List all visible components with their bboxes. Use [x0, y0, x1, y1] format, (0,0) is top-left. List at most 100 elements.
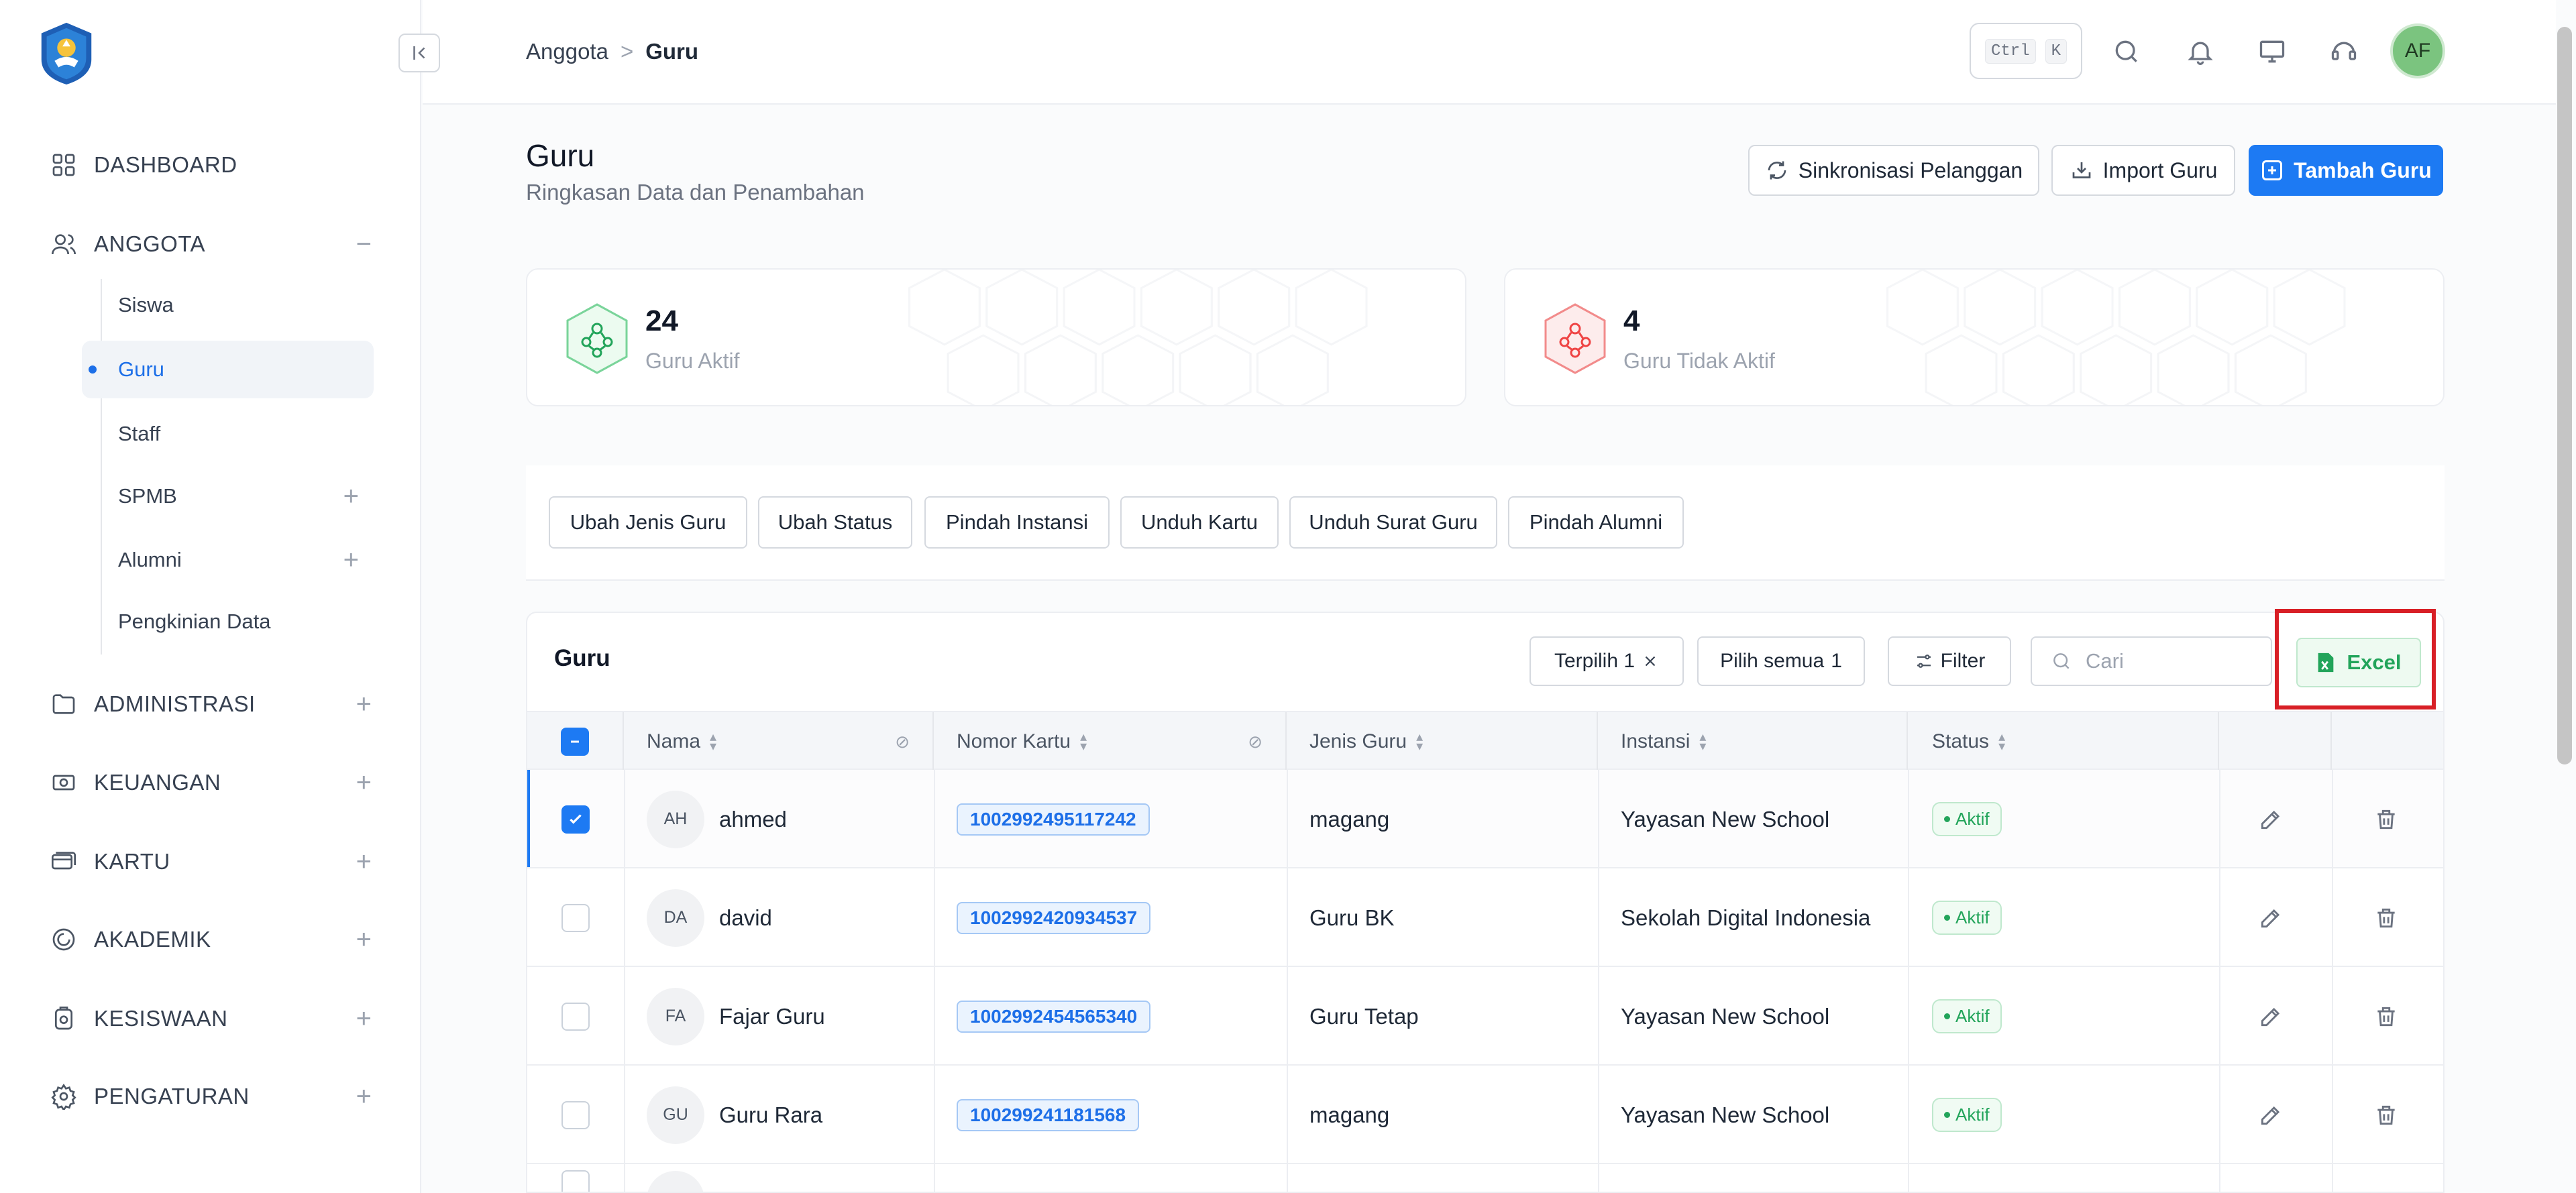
edit-icon[interactable]: [2258, 770, 2284, 868]
avatar: AH: [647, 790, 704, 848]
column-jenis-guru[interactable]: Jenis Guru ▴ ▾: [1287, 712, 1598, 771]
active-teachers-label: Guru Aktif: [645, 349, 740, 373]
move-institution-button[interactable]: Pindah Instansi: [924, 496, 1110, 549]
filter-button[interactable]: Filter: [1888, 636, 2011, 686]
column-divider: [624, 770, 625, 1192]
table-row[interactable]: AH ahmed 1002992495117242 magang Yayasan …: [527, 770, 2443, 868]
sidebar-item-dashboard[interactable]: DASHBOARD: [50, 145, 372, 185]
sidebar-subitem-pengkinian-data[interactable]: Pengkinian Data: [82, 593, 374, 650]
avatar: [647, 1171, 704, 1192]
sort-icon[interactable]: ▴ ▾: [1998, 730, 2005, 753]
expand-toggle[interactable]: +: [343, 481, 359, 512]
page-scrollbar[interactable]: [2557, 27, 2572, 764]
column-nomor-kartu[interactable]: Nomor Kartu ▴ ▾ ⊘: [934, 712, 1287, 771]
sort-icon[interactable]: ▴ ▾: [1080, 730, 1087, 753]
teacher-name: david: [719, 905, 772, 930]
expand-toggle[interactable]: +: [356, 768, 372, 798]
status-dot: [1944, 1013, 1950, 1019]
expand-toggle[interactable]: +: [356, 1004, 372, 1034]
sidebar-subitem-siswa[interactable]: Siswa: [82, 276, 374, 334]
add-guru-button[interactable]: Tambah Guru: [2249, 145, 2443, 196]
column-nama[interactable]: Nama ▴ ▾ ⊘: [624, 712, 934, 771]
row-checkbox[interactable]: [561, 903, 590, 932]
sidebar-item-kartu[interactable]: KARTU +: [50, 842, 372, 882]
expand-toggle[interactable]: +: [343, 545, 359, 575]
bell-icon[interactable]: [2181, 32, 2220, 71]
column-instansi[interactable]: Instansi ▴ ▾: [1598, 712, 1908, 771]
sidebar-subitem-alumni[interactable]: Alumni +: [82, 531, 374, 589]
trash-icon[interactable]: [2373, 770, 2399, 868]
card-number-badge[interactable]: 1002992420934537: [957, 901, 1151, 934]
trash-icon[interactable]: [2373, 868, 2399, 967]
unpin-icon[interactable]: ⊘: [1248, 732, 1263, 752]
row-checkbox[interactable]: [561, 1002, 590, 1031]
select-all-checkbox[interactable]: [561, 728, 589, 756]
table-row[interactable]: GU Guru Rara 100299241181568 magang Yayas…: [527, 1066, 2443, 1164]
card-number-badge[interactable]: 1002992495117242: [957, 803, 1150, 836]
select-all-chip[interactable]: Pilih semua 1: [1697, 636, 1865, 686]
close-icon[interactable]: [1642, 652, 1659, 670]
collapse-sidebar-button[interactable]: [398, 34, 440, 72]
card-number-badge[interactable]: 1002992454565340: [957, 1000, 1151, 1033]
sync-customers-button[interactable]: Sinkronisasi Pelanggan: [1748, 145, 2039, 196]
sort-icon[interactable]: ▴ ▾: [710, 730, 716, 753]
search-icon[interactable]: [2107, 32, 2146, 71]
settings-icon: [50, 1082, 78, 1111]
hexagon-pattern: [908, 270, 1368, 405]
edit-icon[interactable]: [2258, 868, 2284, 967]
avatar[interactable]: AF: [2390, 23, 2445, 78]
expand-toggle[interactable]: +: [356, 1082, 372, 1112]
sidebar-subitem-guru[interactable]: Guru: [82, 341, 374, 398]
monitor-icon[interactable]: [2253, 32, 2292, 71]
plus-square-icon: [2262, 160, 2283, 180]
import-guru-button[interactable]: Import Guru: [2051, 145, 2235, 196]
table-row[interactable]: [527, 1164, 2443, 1192]
card-number-badge[interactable]: 100299241181568: [957, 1098, 1140, 1131]
move-alumni-button[interactable]: Pindah Alumni: [1508, 496, 1684, 549]
breadcrumb-parent[interactable]: Anggota: [526, 39, 608, 64]
sidebar-item-pengaturan[interactable]: PENGATURAN +: [50, 1076, 372, 1117]
sidebar-item-anggota[interactable]: ANGGOTA −: [50, 224, 372, 264]
download-card-button[interactable]: Unduh Kartu: [1120, 496, 1279, 549]
sidebar-item-akademik[interactable]: AKADEMIK +: [50, 919, 372, 960]
search-icon: [2053, 653, 2070, 669]
row-checkbox[interactable]: [561, 1170, 590, 1192]
download-teacher-letter-button[interactable]: Unduh Surat Guru: [1289, 496, 1497, 549]
row-checkbox[interactable]: [561, 1100, 590, 1129]
status-dot: [1944, 1112, 1950, 1118]
command-palette-shortcut[interactable]: Ctrl K: [1970, 23, 2082, 79]
change-teacher-type-button[interactable]: Ubah Jenis Guru: [549, 496, 747, 549]
add-label: Tambah Guru: [2294, 158, 2432, 182]
sidebar-item-administrasi[interactable]: ADMINISTRASI +: [50, 684, 372, 724]
sidebar-item-keuangan[interactable]: KEUANGAN +: [50, 762, 372, 803]
edit-icon[interactable]: [2258, 1066, 2284, 1164]
collapse-toggle[interactable]: −: [356, 229, 372, 260]
sidebar-subitem-spmb[interactable]: SPMB +: [82, 467, 374, 525]
selected-chip[interactable]: Terpilih 1: [1529, 636, 1684, 686]
sidebar-subitem-staff[interactable]: Staff: [82, 405, 374, 463]
sidebar-item-label: DASHBOARD: [94, 152, 237, 177]
active-teachers-count: 24: [645, 304, 678, 337]
trash-icon[interactable]: [2373, 1066, 2399, 1164]
table-row[interactable]: FA Fajar Guru 1002992454565340 Guru Tetap…: [527, 967, 2443, 1066]
sidebar-item-kesiswaan[interactable]: KESISWAAN +: [50, 999, 372, 1039]
column-status[interactable]: Status ▴ ▾: [1908, 712, 2219, 771]
expand-toggle[interactable]: +: [356, 689, 372, 720]
edit-icon[interactable]: [2258, 967, 2284, 1066]
expand-toggle[interactable]: +: [356, 925, 372, 955]
unpin-icon[interactable]: ⊘: [895, 732, 910, 752]
expand-toggle[interactable]: +: [356, 847, 372, 877]
teacher-type: magang: [1309, 1102, 1390, 1127]
trash-icon[interactable]: [2373, 967, 2399, 1066]
row-checkbox[interactable]: [561, 805, 590, 834]
search-input[interactable]: Cari: [2031, 636, 2272, 686]
import-icon: [2072, 162, 2090, 178]
sort-icon[interactable]: ▴ ▾: [1699, 730, 1706, 753]
tut-wuri-handayani-logo[interactable]: [34, 20, 99, 86]
header-select-all[interactable]: [527, 712, 624, 771]
change-status-button[interactable]: Ubah Status: [758, 496, 912, 549]
table-row[interactable]: DA david 1002992420934537 Guru BK Sekolah…: [527, 868, 2443, 967]
sort-icon[interactable]: ▴ ▾: [1416, 730, 1423, 753]
breadcrumb-separator: >: [620, 39, 634, 64]
support-icon[interactable]: [2324, 32, 2363, 71]
